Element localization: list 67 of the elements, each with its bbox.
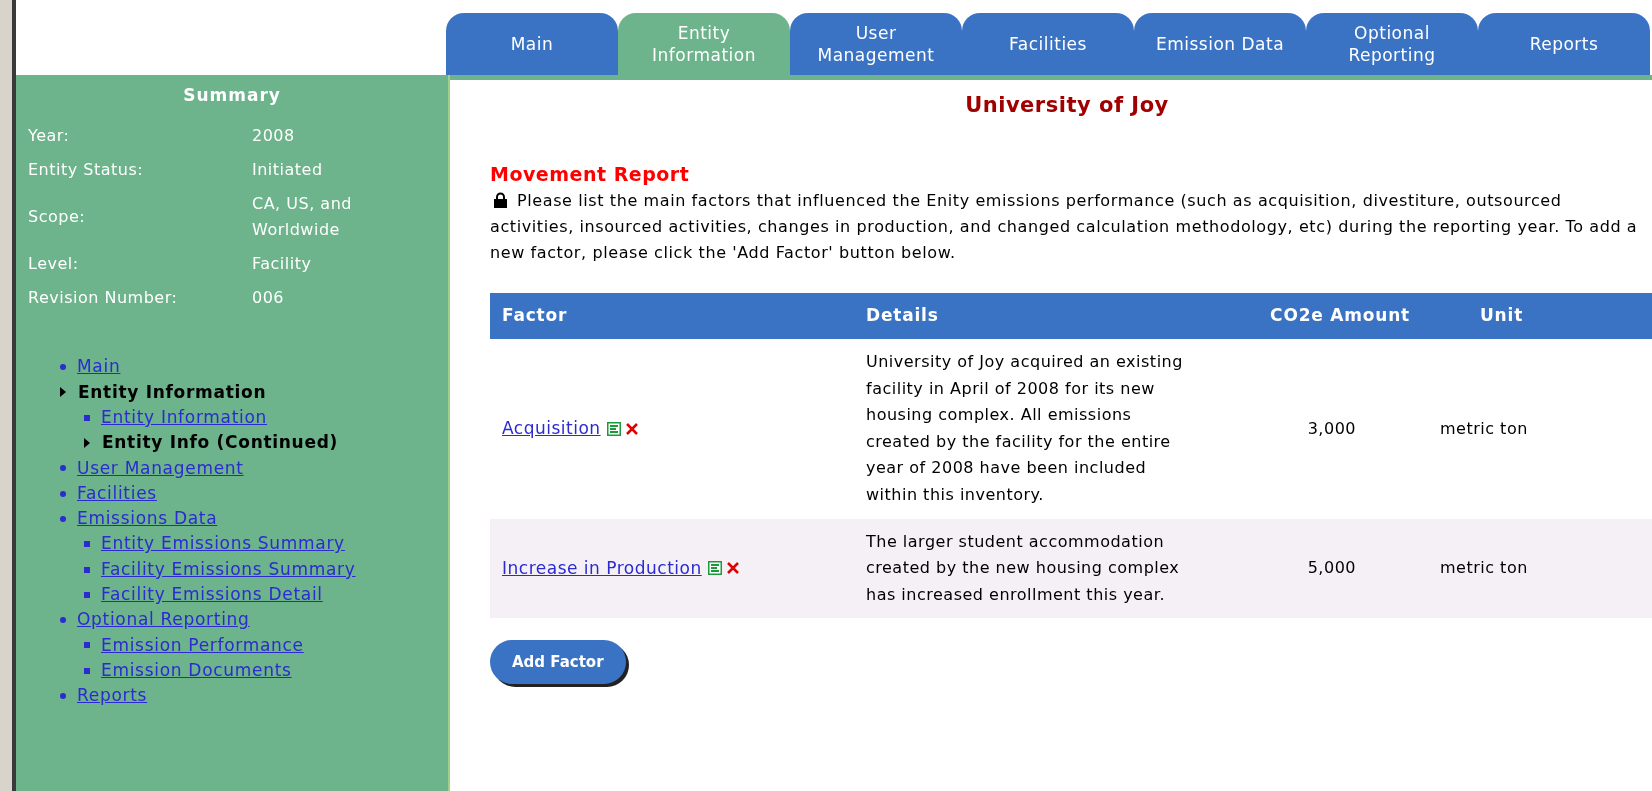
square-bullet-icon <box>84 591 90 598</box>
summary-label: Scope: <box>28 205 87 228</box>
bullet-icon <box>60 364 66 371</box>
nav-link[interactable]: Reports <box>77 683 148 709</box>
summary-label: Level: <box>28 252 80 275</box>
nav-link[interactable]: Emission Performance <box>101 632 304 659</box>
delete-icon[interactable] <box>726 562 739 575</box>
nav-link[interactable]: Emissions Data <box>77 506 218 532</box>
tab[interactable]: Facilities <box>962 13 1134 75</box>
nav-link[interactable]: Main <box>77 354 121 380</box>
square-bullet-icon <box>84 667 90 674</box>
square-bullet-icon <box>84 541 90 548</box>
square-bullet-icon <box>84 414 90 421</box>
nav-link[interactable]: Optional Reporting <box>77 607 250 633</box>
section-title: Movement Report <box>490 161 691 187</box>
triangle-icon <box>60 387 66 398</box>
factor-link[interactable]: Acquisition <box>502 416 601 442</box>
page-title: University of Joy <box>964 92 1170 119</box>
column-header: Unit <box>1479 304 1525 328</box>
summary-label: Year: <box>28 124 71 147</box>
add-factor-button[interactable]: Add Factor <box>490 640 626 685</box>
table-cell-text: 3,000 <box>1306 417 1357 440</box>
tab[interactable]: Optional Reporting <box>1306 13 1478 75</box>
table-cell-text: metric ton <box>1439 557 1529 580</box>
tab[interactable]: Entity Information <box>618 13 790 75</box>
table-cell-text: The larger student accommodation created by the new housing complex has increased enrollment this year. <box>865 530 1181 606</box>
tab[interactable]: User Management <box>790 13 962 75</box>
nav-link[interactable]: User Management <box>77 455 244 482</box>
nav-link[interactable]: Facilities <box>77 480 157 507</box>
summary-label: Entity Status: <box>28 158 145 181</box>
edit-icon[interactable] <box>606 421 621 436</box>
current-nav-item[interactable]: Entity Information <box>78 379 267 406</box>
nav-link[interactable]: Emission Documents <box>101 657 292 684</box>
current-nav-item[interactable]: Entity Info (Continued) <box>102 430 338 456</box>
column-header: CO2e Amount <box>1269 304 1411 328</box>
summary-label: Revision Number: <box>28 286 179 309</box>
bullet-icon <box>60 515 66 522</box>
bullet-icon <box>60 617 66 624</box>
square-bullet-icon <box>84 566 90 573</box>
summary-value: Facility <box>252 252 313 275</box>
table-cell-text: University of Joy acquired an existing facility in April of 2008 for its new housing complex. All emissions created by the facility for the entire year of 2008 have been included within this inventory. <box>865 351 1184 506</box>
tab[interactable]: Emission Data <box>1134 13 1306 75</box>
summary-value: 2008 <box>252 124 296 147</box>
table-cell-text: metric ton <box>1439 417 1529 440</box>
tab[interactable]: Main <box>446 13 618 75</box>
delete-icon[interactable] <box>625 422 638 435</box>
nav-link[interactable]: Facility Emissions Summary <box>101 556 356 583</box>
triangle-icon <box>84 438 90 449</box>
nav-link[interactable]: Entity Information <box>101 405 268 431</box>
edit-icon[interactable] <box>707 561 722 576</box>
instructions-text: Please list the main factors that influenced the Enity emissions performance (such as acquisition, divestiture, outsourced activities, insourced activities, changes in production, and changed calculation methodology, etc) during the reporting year. To add a new factor, please click the 'Add Factor' button below. <box>490 190 1639 264</box>
factor-link[interactable]: Increase in Production <box>502 555 702 582</box>
bullet-icon <box>60 465 66 472</box>
nav-link[interactable]: Facility Emissions Detail <box>101 582 323 608</box>
summary-value: Initiated <box>252 158 324 181</box>
lock-icon <box>494 192 507 208</box>
summary-value: CA, US, and Worldwide <box>252 192 353 241</box>
column-header: Details <box>865 304 940 328</box>
table-cell-text: 5,000 <box>1306 557 1357 580</box>
bullet-icon <box>60 490 66 497</box>
square-bullet-icon <box>84 642 90 649</box>
nav-link[interactable]: Entity Emissions Summary <box>101 531 345 557</box>
bullet-icon <box>60 693 66 699</box>
summary-value: 006 <box>252 286 286 309</box>
tab[interactable]: Reports <box>1478 13 1650 75</box>
column-header: Factor <box>501 304 569 328</box>
summary-title: Summary <box>182 84 282 107</box>
